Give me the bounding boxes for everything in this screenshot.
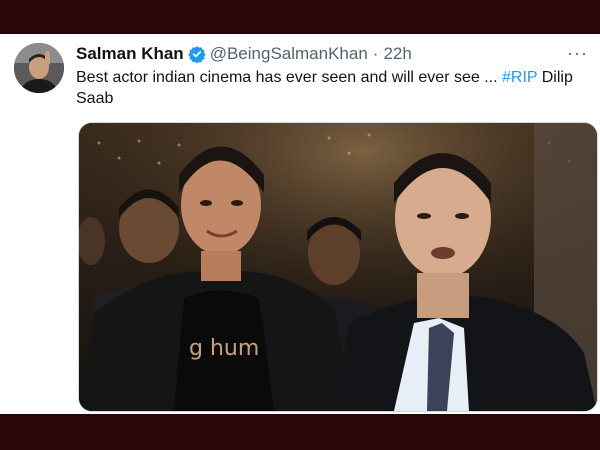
timestamp[interactable]: 22h (383, 44, 411, 64)
tweet-text-main: Best actor indian cinema has ever seen a… (76, 69, 502, 86)
verified-badge-icon (188, 45, 206, 64)
shirt-print-text: g hum (189, 336, 259, 361)
tweet-header: Salman Khan @BeingSalmanKhan · 22h (76, 43, 560, 65)
avatar[interactable] (14, 43, 64, 93)
more-options-icon[interactable]: ··· (567, 43, 588, 63)
display-name[interactable]: Salman Khan (76, 44, 184, 64)
separator-dot: · (372, 44, 379, 63)
hashtag-link[interactable]: #RIP (502, 69, 537, 86)
tweet-text: Best actor indian cinema has ever seen a… (76, 67, 590, 109)
tweet-card[interactable]: Salman Khan @BeingSalmanKhan · 22h ··· B… (0, 34, 600, 414)
user-handle[interactable]: @BeingSalmanKhan (210, 44, 368, 64)
top-frame-band (0, 0, 600, 34)
tweet-photo[interactable]: g hum (78, 122, 598, 412)
bottom-frame-band (0, 414, 600, 450)
